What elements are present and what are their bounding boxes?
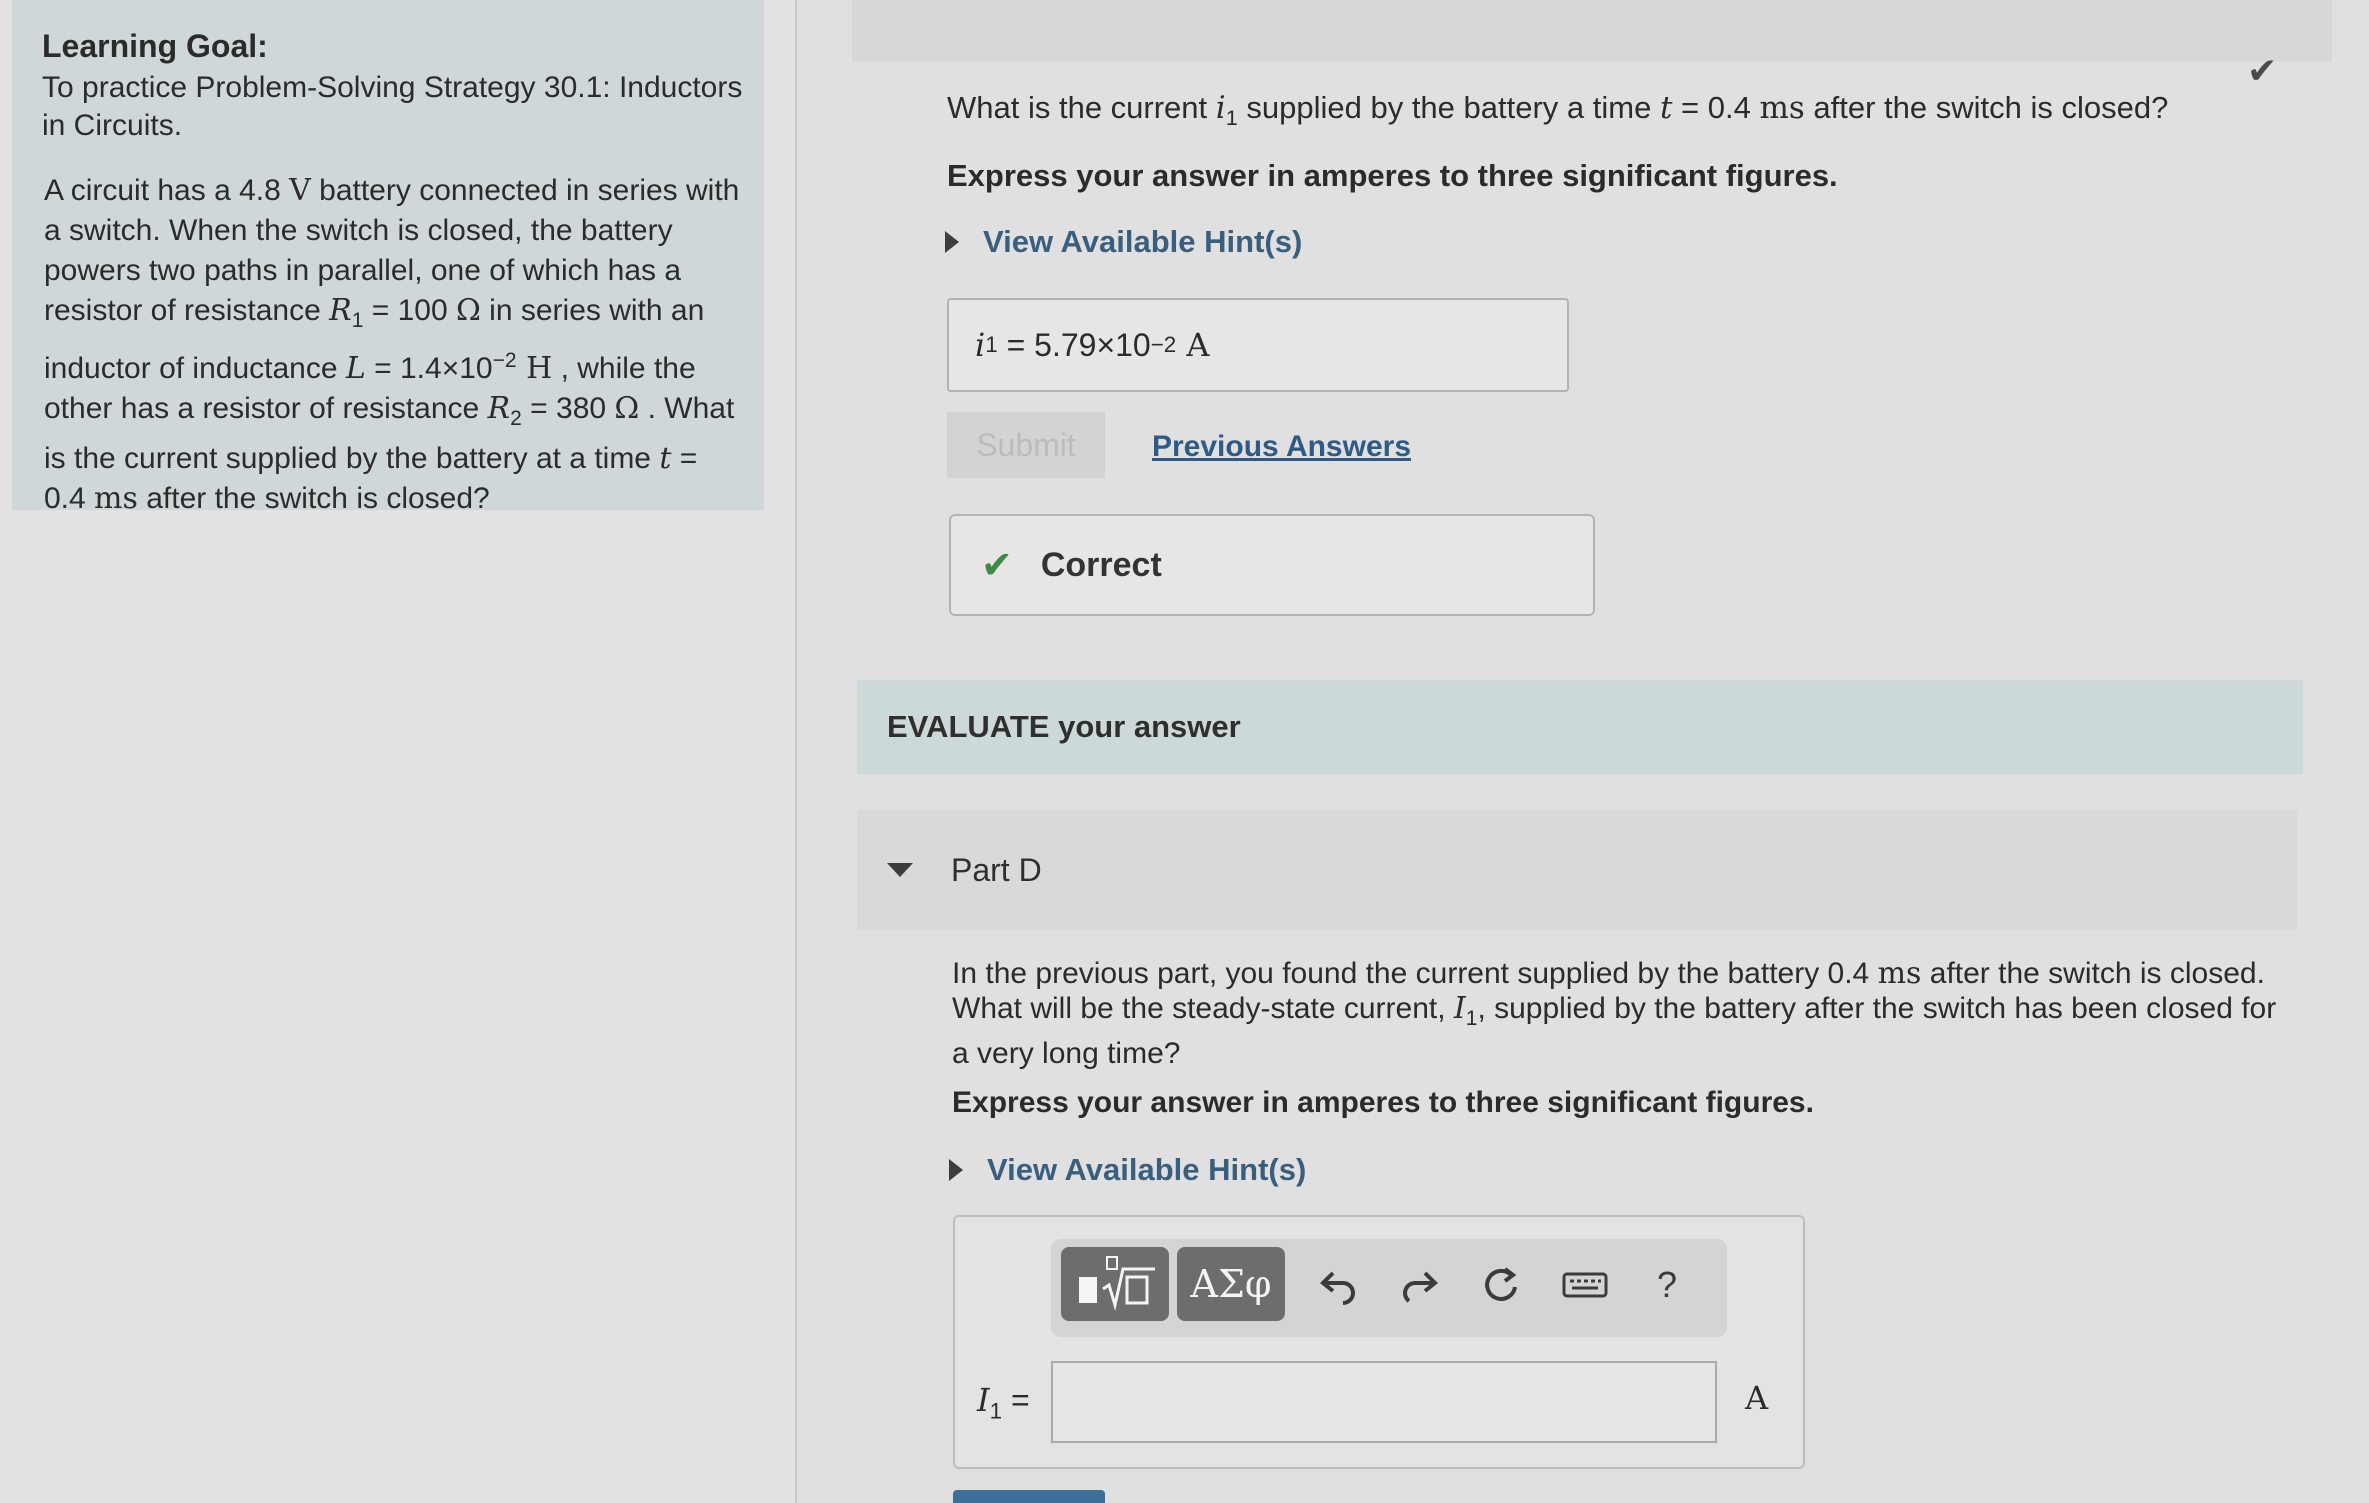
caret-down-icon (887, 863, 913, 877)
left-panel: Learning Goal: To practice Problem-Solvi… (0, 0, 795, 1503)
part-c-answer-box: i1 = 5.79×10 −2 A (947, 298, 1569, 392)
checkmark-icon: ✔ (981, 544, 1013, 587)
view-hints-label: View Available Hint(s) (983, 224, 1303, 259)
evaluate-section-header: EVALUATE your answer (857, 680, 2303, 774)
part-d-question: In the previous part, you found the curr… (952, 956, 2277, 1070)
keyboard-icon[interactable] (1559, 1259, 1611, 1311)
math-toolbar: ΑΣφ ? (1051, 1239, 1727, 1337)
template-icon (1079, 1256, 1155, 1311)
feedback-label: Correct (1040, 545, 1162, 584)
view-hints-link-c[interactable]: View Available Hint(s) (945, 224, 1302, 260)
part-c-header-band (852, 0, 2332, 62)
problem-statement: A circuit has a 4.8 V battery connected … (44, 173, 740, 516)
previous-answers-link[interactable]: Previous Answers (1152, 430, 1411, 464)
help-button[interactable]: ? (1641, 1259, 1693, 1311)
part-c-question: What is the current i1 supplied by the b… (947, 90, 2169, 131)
reset-icon[interactable] (1475, 1259, 1527, 1311)
answer-variable: i (975, 326, 986, 364)
answer-equals: = (997, 326, 1035, 363)
templates-button[interactable] (1061, 1247, 1169, 1321)
learning-goal-box: Learning Goal: To practice Problem-Solvi… (12, 0, 764, 516)
check-icon: ✔ (2247, 50, 2278, 91)
greek-symbols-button[interactable]: ΑΣφ (1177, 1247, 1285, 1321)
view-hints-link-d[interactable]: View Available Hint(s) (949, 1152, 1306, 1188)
answer-unit-d: A (1745, 1379, 1769, 1417)
submit-button-d[interactable] (953, 1490, 1105, 1503)
questions-panel: ✔ What is the current i1 supplied by the… (797, 0, 2369, 1503)
learning-goal-title: Learning Goal: (42, 28, 268, 64)
caret-right-icon (949, 1159, 963, 1181)
view-hints-label: View Available Hint(s) (987, 1152, 1307, 1187)
submit-button-c[interactable]: Submit (947, 412, 1105, 478)
learning-goal-text: To practice Problem-Solving Strategy 30.… (42, 71, 743, 142)
part-d-label: Part D (951, 851, 1042, 888)
redo-icon[interactable] (1393, 1259, 1445, 1311)
caret-right-icon (945, 231, 959, 253)
answer-variable-label: I1 = (977, 1381, 1030, 1424)
answer-exponent: −2 (1150, 332, 1177, 357)
part-d-header[interactable]: Part D (857, 810, 2297, 930)
undo-icon[interactable] (1313, 1259, 1365, 1311)
part-c-instructions: Express your answer in amperes to three … (947, 158, 1838, 193)
answer-unit: A (1176, 326, 1210, 364)
part-d-answer-panel: ΑΣφ ? I1 = A (953, 1215, 1805, 1469)
answer-input-d[interactable] (1051, 1361, 1717, 1443)
answer-value: 5.79×10 (1034, 326, 1151, 363)
feedback-correct-box: ✔ Correct (949, 514, 1595, 616)
part-d-instructions: Express your answer in amperes to three … (952, 1086, 1814, 1119)
answer-variable-subscript: 1 (985, 332, 998, 357)
